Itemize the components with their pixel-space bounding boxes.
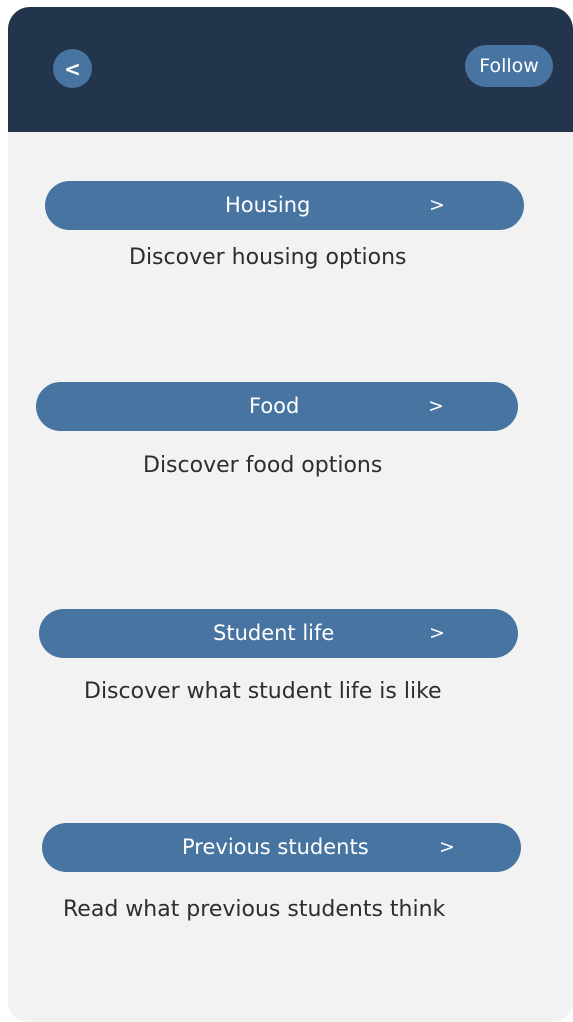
chevron-right-icon: > xyxy=(439,836,455,858)
student-life-button-label: Student life xyxy=(213,621,335,645)
top-header: < Follow xyxy=(8,7,573,132)
food-button-label: Food xyxy=(249,394,300,418)
chevron-right-icon: > xyxy=(428,395,444,417)
previous-students-button-label: Previous students xyxy=(182,835,369,859)
follow-button-label: Follow xyxy=(479,55,539,77)
previous-students-button[interactable]: Previous students > xyxy=(42,823,521,872)
follow-button[interactable]: Follow xyxy=(465,45,553,87)
back-chevron-icon: < xyxy=(64,56,81,81)
student-life-button[interactable]: Student life > xyxy=(39,609,518,658)
student-life-description: Discover what student life is like xyxy=(84,679,442,704)
housing-button[interactable]: Housing > xyxy=(45,181,524,230)
housing-button-label: Housing xyxy=(225,193,311,217)
food-description: Discover food options xyxy=(143,453,383,478)
housing-description: Discover housing options xyxy=(129,245,407,270)
previous-students-description: Read what previous students think xyxy=(63,897,446,922)
chevron-right-icon: > xyxy=(429,622,445,644)
back-button[interactable]: < xyxy=(53,49,92,88)
chevron-right-icon: > xyxy=(429,194,445,216)
food-button[interactable]: Food > xyxy=(36,382,518,431)
app-screen: < Follow Housing > Discover housing opti… xyxy=(8,7,573,1022)
